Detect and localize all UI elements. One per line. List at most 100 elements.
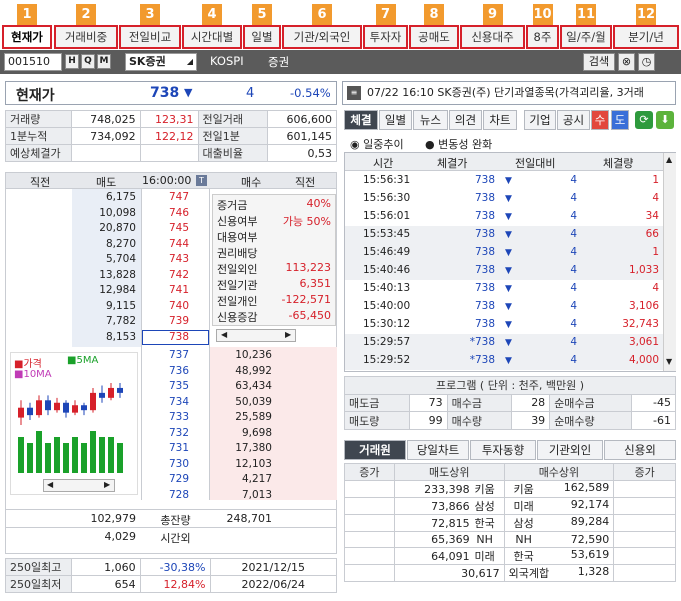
- scroll-down-icon[interactable]: ▼: [666, 357, 672, 366]
- stock-name-select[interactable]: SK증권 ◢: [125, 53, 197, 71]
- broker-tab-2[interactable]: 당일차트: [407, 440, 469, 460]
- bid-price[interactable]: 733: [169, 411, 189, 423]
- tab-6[interactable]: 기관/외국인: [282, 25, 362, 49]
- ask-price[interactable]: 744: [169, 238, 189, 250]
- tab-5[interactable]: 일별: [243, 25, 281, 49]
- ask-price[interactable]: 747: [169, 191, 189, 203]
- broker-tab-5[interactable]: 신용외: [604, 440, 676, 460]
- ask-price[interactable]: 746: [169, 207, 189, 219]
- broker-sell-name[interactable]: 키움: [470, 481, 500, 497]
- detail-tab-8[interactable]: 수: [591, 110, 609, 130]
- broker-buy-name[interactable]: 키움: [509, 481, 539, 497]
- detail-tab-4[interactable]: 의견: [449, 110, 482, 130]
- h-button[interactable]: H: [65, 54, 79, 69]
- detail-tab-7[interactable]: 공시: [557, 110, 590, 130]
- info-value: 6,351: [299, 277, 332, 290]
- stock-code-input[interactable]: 001510: [4, 53, 62, 71]
- search-icon[interactable]: Q: [81, 54, 95, 69]
- bid-price[interactable]: 732: [169, 427, 189, 439]
- bid-price[interactable]: 737: [169, 349, 189, 361]
- hilo-cell: 250일최저: [5, 575, 72, 593]
- broker-buy-name[interactable]: 미래: [509, 498, 539, 514]
- time-toggle-icon[interactable]: T: [196, 175, 207, 186]
- broker-sell-name[interactable]: NH: [470, 533, 500, 546]
- detail-tab-2[interactable]: 일별: [379, 110, 412, 130]
- tab-number-8: 8: [424, 4, 444, 25]
- chart-scroll-right-icon[interactable]: ▶: [104, 480, 110, 489]
- ask-price[interactable]: 739: [169, 315, 189, 327]
- ask-price[interactable]: 745: [169, 222, 189, 234]
- bid-price[interactable]: 734: [169, 396, 189, 408]
- broker-buy: 키움 162,589: [503, 480, 615, 498]
- current-price-marker: [142, 329, 209, 345]
- broker-buy-name[interactable]: 한국: [509, 548, 539, 564]
- tab-number-11: 11: [576, 4, 596, 25]
- tick-down-icon: ▼: [505, 338, 512, 348]
- broker-buy-name[interactable]: 삼성: [509, 515, 539, 531]
- news-ticker[interactable]: ≡ 07/22 16:10 SK증권(주) 단기과열종목(가격괴리율, 3거래: [342, 81, 676, 105]
- ask-price[interactable]: 742: [169, 269, 189, 281]
- scroll-right-icon[interactable]: ▶: [285, 330, 291, 339]
- radio-volatility[interactable]: ● 변동성 완화: [425, 136, 492, 152]
- trade-ticks-table: 시간 체결가 전일대비 체결량 15:56:31 738 ▼ 4 1 15:56:30 73…: [344, 152, 676, 372]
- broker-sell-name[interactable]: 미래: [470, 548, 500, 564]
- tab-7[interactable]: 투자자: [363, 25, 408, 49]
- tick-change: 4: [570, 210, 577, 222]
- bid-price[interactable]: 731: [169, 442, 189, 454]
- ask-price[interactable]: 740: [169, 300, 189, 312]
- ticks-scrollbar[interactable]: ▲ ▼: [663, 153, 676, 371]
- broker-sell-name[interactable]: 삼성: [470, 498, 500, 514]
- broker-buy-name[interactable]: NH: [509, 533, 539, 546]
- volume-bar: [99, 437, 105, 473]
- tick-volume: 32,743: [622, 318, 659, 330]
- tab-1[interactable]: 현재가: [2, 25, 52, 49]
- bid-price[interactable]: 728: [169, 489, 189, 501]
- refresh-icon[interactable]: ⟳: [635, 111, 653, 129]
- tab-11[interactable]: 일/주/월: [560, 25, 612, 49]
- scroll-up-icon[interactable]: ▲: [666, 155, 672, 164]
- ask-price[interactable]: 741: [169, 284, 189, 296]
- scroll-left-icon[interactable]: ◀: [221, 330, 227, 339]
- ask-price[interactable]: 743: [169, 253, 189, 265]
- candle-body: [72, 405, 78, 413]
- program-cell: 28: [511, 393, 551, 413]
- ask-volume: 9,115: [105, 299, 136, 312]
- bid-price[interactable]: 735: [169, 380, 189, 392]
- tab-3[interactable]: 전일비교: [119, 25, 181, 49]
- tab-9[interactable]: 신용대주: [460, 25, 525, 49]
- ask-volume: 8,270: [105, 237, 136, 250]
- broker-tab-1[interactable]: 거래원: [344, 440, 406, 460]
- tab-number-4: 4: [202, 4, 222, 25]
- info-scrollbar[interactable]: ◀ ▶: [216, 329, 296, 342]
- broker-sell-name[interactable]: 한국: [470, 515, 500, 531]
- clock-icon[interactable]: ◷: [638, 53, 655, 71]
- detail-tab-9[interactable]: 도: [611, 110, 629, 130]
- stats-cell: 1분누적: [5, 127, 72, 145]
- m-button[interactable]: M: [97, 54, 111, 69]
- chart-scrollbar[interactable]: ◀ ▶: [43, 479, 115, 492]
- info-label: 신용증감: [217, 311, 258, 324]
- detail-tab-6[interactable]: 기업: [524, 110, 556, 130]
- hilo-table: 250일최고 1,060 -30,38% 2021/12/15 250일최저 654 12,…: [5, 558, 337, 593]
- binoculars-icon[interactable]: ⊗: [618, 53, 635, 71]
- search-button[interactable]: 검색: [583, 53, 615, 71]
- download-icon[interactable]: ⬇: [656, 111, 674, 129]
- broker-tab-4[interactable]: 기관외인: [537, 440, 603, 460]
- detail-tab-3[interactable]: 뉴스: [413, 110, 448, 130]
- detail-tab-5[interactable]: 차트: [483, 110, 517, 130]
- bid-price[interactable]: 730: [169, 458, 189, 470]
- tab-8[interactable]: 공매도: [409, 25, 459, 49]
- hilo-cell: 654: [70, 575, 141, 593]
- tab-10[interactable]: 8주: [526, 25, 559, 49]
- info-label: 증거금: [217, 199, 248, 212]
- chart-scroll-left-icon[interactable]: ◀: [47, 480, 53, 489]
- bid-price[interactable]: 736: [169, 365, 189, 377]
- tab-4[interactable]: 시간대별: [182, 25, 242, 49]
- radio-intraday[interactable]: ◉ 일중추이: [350, 136, 404, 152]
- detail-tab-1[interactable]: 체결: [344, 110, 378, 130]
- bid-price[interactable]: 729: [169, 473, 189, 485]
- bid-volume: 4,217: [241, 473, 272, 485]
- tab-2[interactable]: 거래비중: [54, 25, 118, 49]
- broker-tab-3[interactable]: 투자동향: [470, 440, 536, 460]
- tab-12[interactable]: 분기/년: [613, 25, 679, 49]
